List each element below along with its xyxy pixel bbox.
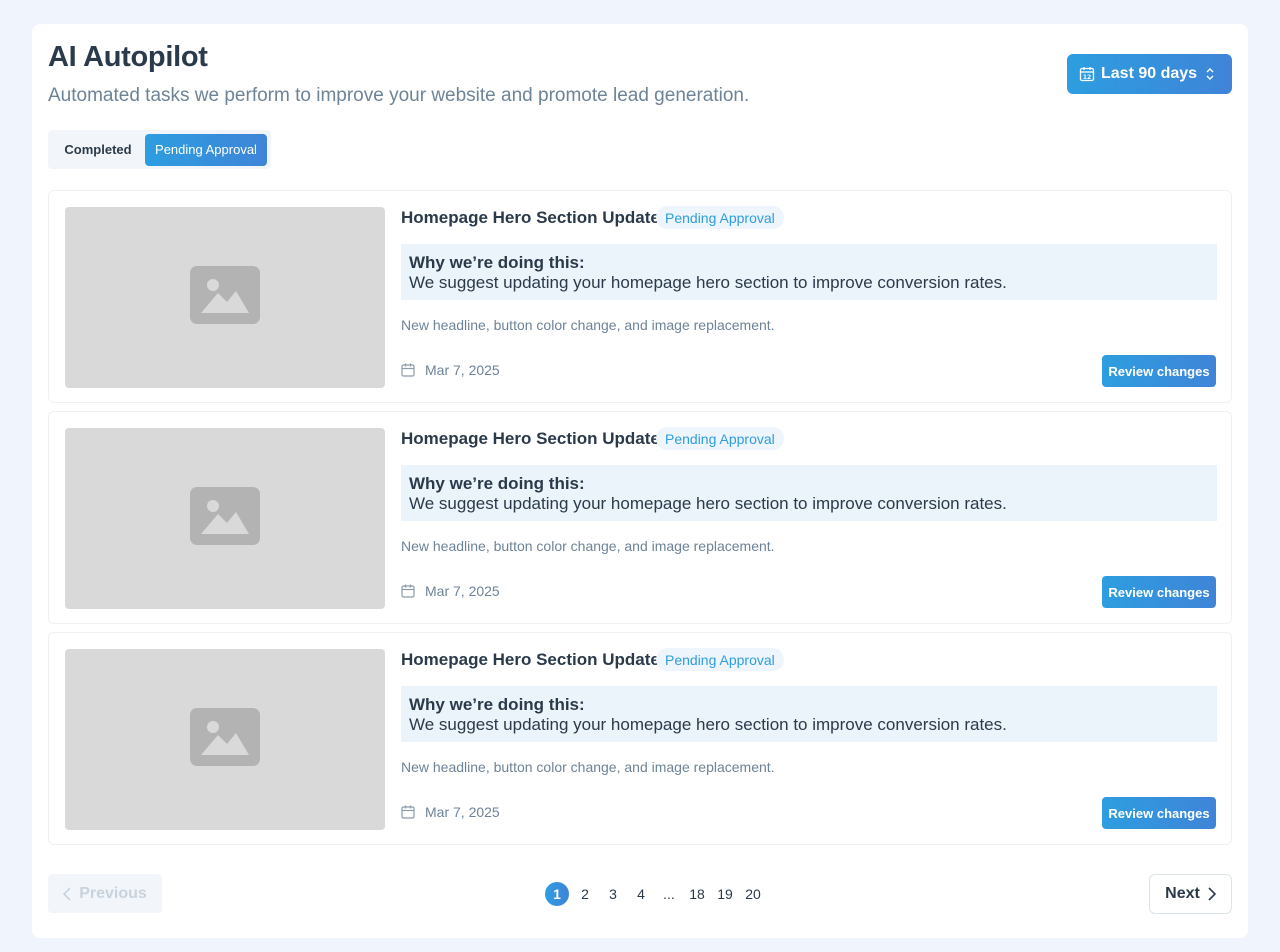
task-card: Homepage Hero Section Update Pending App… <box>48 190 1232 403</box>
chevron-right-icon <box>1208 887 1216 901</box>
next-button[interactable]: Next <box>1149 874 1232 914</box>
svg-text:12: 12 <box>1083 74 1091 81</box>
calendar-icon <box>401 805 415 819</box>
previous-button[interactable]: Previous <box>48 874 162 913</box>
task-title: Homepage Hero Section Update <box>401 429 660 448</box>
task-title: Homepage Hero Section Update <box>401 208 660 227</box>
review-changes-button[interactable]: Review changes <box>1102 576 1216 608</box>
chevron-left-icon <box>63 886 71 901</box>
image-placeholder-icon <box>190 487 260 550</box>
task-description: New headline, button color change, and i… <box>401 759 775 775</box>
calendar-icon <box>401 584 415 598</box>
page-subtitle: Automated tasks we perform to improve yo… <box>48 85 750 106</box>
task-date: Mar 7, 2025 <box>401 583 500 599</box>
why-text: We suggest updating your homepage hero s… <box>409 273 1007 292</box>
task-date-label: Mar 7, 2025 <box>425 583 500 599</box>
task-date-label: Mar 7, 2025 <box>425 362 500 378</box>
page-number[interactable]: 2 <box>573 882 597 906</box>
next-label: Next <box>1165 885 1200 902</box>
page-number[interactable]: 20 <box>741 882 765 906</box>
task-card: Homepage Hero Section Update Pending App… <box>48 411 1232 624</box>
why-text: We suggest updating your homepage hero s… <box>409 715 1007 734</box>
why-box: Why we’re doing this: We suggest updatin… <box>401 686 1217 742</box>
page-number[interactable]: 4 <box>629 882 653 906</box>
date-range-label: Last 90 days <box>1101 65 1198 82</box>
sort-icon <box>1205 66 1215 82</box>
task-thumbnail <box>65 207 385 388</box>
calendar-icon: 12 <box>1079 66 1095 82</box>
why-text: We suggest updating your homepage hero s… <box>409 494 1007 513</box>
status-badge: Pending Approval <box>656 427 784 450</box>
image-placeholder-icon <box>190 708 260 771</box>
task-title: Homepage Hero Section Update <box>401 650 660 669</box>
autopilot-panel: AI Autopilot Automated tasks we perform … <box>32 24 1248 938</box>
tab-completed[interactable]: Completed <box>51 134 145 166</box>
why-box: Why we’re doing this: We suggest updatin… <box>401 244 1217 300</box>
tab-pending-approval[interactable]: Pending Approval <box>145 133 267 166</box>
date-range-button[interactable]: 12 Last 90 days <box>1067 54 1232 94</box>
task-card: Homepage Hero Section Update Pending App… <box>48 632 1232 845</box>
task-description: New headline, button color change, and i… <box>401 317 775 333</box>
status-tabs: Completed Pending Approval <box>48 130 271 169</box>
review-changes-button[interactable]: Review changes <box>1102 355 1216 387</box>
why-box: Why we’re doing this: We suggest updatin… <box>401 465 1217 521</box>
previous-label: Previous <box>79 884 147 902</box>
why-label: Why we’re doing this: <box>409 695 585 714</box>
status-badge: Pending Approval <box>656 648 784 671</box>
task-thumbnail <box>65 428 385 609</box>
page-numbers: 1 2 3 4 ... 18 19 20 <box>545 882 769 906</box>
page-number[interactable]: 1 <box>545 882 569 906</box>
task-date: Mar 7, 2025 <box>401 804 500 820</box>
page-number[interactable]: 3 <box>601 882 625 906</box>
task-description: New headline, button color change, and i… <box>401 538 775 554</box>
review-changes-button[interactable]: Review changes <box>1102 797 1216 829</box>
calendar-icon <box>401 363 415 377</box>
status-badge: Pending Approval <box>656 206 784 229</box>
page-number[interactable]: 19 <box>713 882 737 906</box>
why-label: Why we’re doing this: <box>409 474 585 493</box>
image-placeholder-icon <box>190 266 260 329</box>
page-ellipsis: ... <box>663 886 675 902</box>
task-date-label: Mar 7, 2025 <box>425 804 500 820</box>
page-number[interactable]: 18 <box>685 882 709 906</box>
task-thumbnail <box>65 649 385 830</box>
why-label: Why we’re doing this: <box>409 253 585 272</box>
page-title: AI Autopilot <box>48 41 208 73</box>
task-date: Mar 7, 2025 <box>401 362 500 378</box>
